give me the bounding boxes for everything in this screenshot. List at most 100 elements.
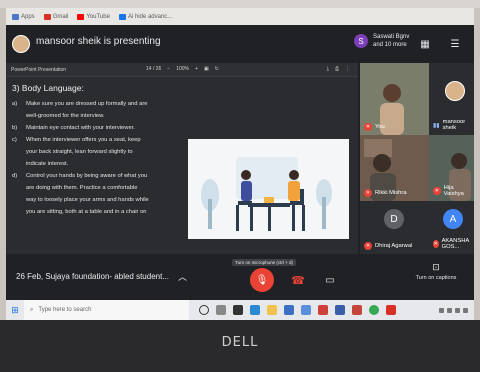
bookmark-youtube[interactable]: YouTube xyxy=(77,13,110,20)
bookmark-label: Apps xyxy=(21,13,35,20)
app-icon[interactable] xyxy=(335,305,345,315)
bookmark-ai-hide[interactable]: Ai hide advanc... xyxy=(118,13,173,20)
fit-page-icon[interactable]: ▣ xyxy=(204,66,209,72)
slide-item-text: well-groomed for the interview. xyxy=(26,113,105,119)
windows-start-button[interactable]: ⊞ xyxy=(6,300,24,320)
slide-item: b) Maintain eye contact with your intervi… xyxy=(12,122,187,134)
gmail-icon xyxy=(43,13,51,20)
slide-item-text: Maintain eye contact with your interview… xyxy=(26,125,135,131)
laptop-screen: Apps Gmail YouTube Ai hide advanc... man… xyxy=(6,8,474,320)
taskbar-search[interactable]: ⌕ Type here to search xyxy=(24,300,189,320)
task-view-icon[interactable] xyxy=(216,305,226,315)
browser-icon[interactable] xyxy=(301,305,311,315)
page-indicator: 14 / 26 xyxy=(146,66,162,72)
windows-logo-icon: ⊞ xyxy=(11,304,19,315)
tray-icon[interactable] xyxy=(463,307,468,313)
meet-controls-bar: 26 Feb, Sujaya foundation- abled student… xyxy=(6,254,474,300)
camera-icon: ▭ xyxy=(325,274,335,286)
people-list-icon[interactable]: ☰ xyxy=(446,37,464,51)
participant-tile-you[interactable]: ✕ You xyxy=(360,63,429,135)
participant-name: AKANSHA GOS... xyxy=(441,238,469,250)
zoom-out-icon[interactable]: − xyxy=(167,66,170,72)
ppt-title: PowerPoint Presentation xyxy=(11,67,67,73)
meeting-details[interactable]: 26 Feb, Sujaya foundation- abled student… xyxy=(16,272,169,281)
cortana-icon[interactable] xyxy=(199,305,209,315)
slide-marker xyxy=(12,158,26,170)
interview-illustration-svg xyxy=(201,157,332,231)
mic-off-icon: ✕ xyxy=(433,240,439,248)
slide-item-text: your back straight, lean forward slightl… xyxy=(26,149,133,155)
slide-marker xyxy=(12,194,26,206)
participant-name-tag: ▮▮ mansoor sheik xyxy=(433,119,474,131)
meet-top-bar: mansoor sheik is presenting S Saswati Bg… xyxy=(6,25,474,63)
system-tray xyxy=(439,307,474,313)
mic-toggle-button[interactable]: 🎙 xyxy=(250,268,274,292)
participant-avatar xyxy=(445,81,465,101)
slide-item: your back straight, lean forward slightl… xyxy=(12,146,187,158)
print-icon[interactable]: ⎙ xyxy=(335,66,339,72)
slide-item: c) When the interviewer offers you a seat… xyxy=(12,134,187,146)
participant-name-tag: ✕ Dhiraj Agarwal xyxy=(364,242,412,250)
rotate-icon[interactable]: ↻ xyxy=(215,66,219,72)
participant-tile-rikki[interactable]: ✕ Rikki Mishra xyxy=(360,135,429,201)
ppt-toolbar: PowerPoint Presentation 14 / 26 − 100% +… xyxy=(6,63,358,77)
zoom-in-icon[interactable]: + xyxy=(195,66,198,72)
bookmarks-bar: Apps Gmail YouTube Ai hide advanc... xyxy=(6,8,474,25)
slide-marker: d) xyxy=(12,173,18,179)
slide-item: a) Make sure you are dressed up formally … xyxy=(12,98,187,110)
camera-toggle-button[interactable]: ▭ xyxy=(320,270,340,290)
captions-icon: ⊡ xyxy=(432,262,440,272)
chevron-up-icon[interactable]: ︿ xyxy=(178,270,187,283)
participant-name-tag: ✕ You xyxy=(364,123,385,131)
mail-icon[interactable] xyxy=(284,305,294,315)
participants-name: Saswati Bgnv xyxy=(373,34,410,40)
participant-tile-dhiraj[interactable]: D ✕ Dhiraj Agarwal xyxy=(360,201,429,254)
participants-chip[interactable]: S Saswati Bgnv and 10 more xyxy=(354,33,409,49)
bookmark-label: Ai hide advanc... xyxy=(127,13,173,20)
slide-item-text: are doing with them. Practice a comforta… xyxy=(26,185,138,191)
bookmark-gmail[interactable]: Gmail xyxy=(43,13,69,20)
slide-item-text: Control your hands by being aware of wha… xyxy=(26,173,148,179)
participant-letter-avatar: A xyxy=(443,209,463,229)
chrome-icon[interactable] xyxy=(369,305,379,315)
tray-icon[interactable] xyxy=(447,307,452,313)
captions-button[interactable]: ⊡ Turn on captions xyxy=(406,262,466,281)
search-placeholder: Type here to search xyxy=(38,307,92,313)
participant-tile-mansoor[interactable]: ▮▮ mansoor sheik xyxy=(429,63,474,135)
participants-more: and 10 more xyxy=(373,42,407,48)
presenter-avatar xyxy=(12,35,30,53)
taskbar-apps xyxy=(189,305,396,315)
tray-icon[interactable] xyxy=(455,307,460,313)
participant-name: Rikki Mishra xyxy=(375,190,407,196)
slide-item: well-groomed for the interview. xyxy=(12,110,187,122)
participant-tile-hija[interactable]: ✕ Hija Vaishya xyxy=(429,135,474,201)
participant-tile-akansha[interactable]: A ✕ AKANSHA GOS... xyxy=(429,201,474,254)
participant-letter-avatar: D xyxy=(384,209,404,229)
windows-taskbar: ⊞ ⌕ Type here to search xyxy=(6,300,474,320)
shared-presentation: PowerPoint Presentation 14 / 26 − 100% +… xyxy=(6,63,358,254)
participant-name: Hija Vaishya xyxy=(443,185,464,197)
leave-call-button[interactable]: ☎ xyxy=(288,270,308,290)
presenter-title: mansoor sheik is presenting xyxy=(36,36,161,47)
participant-name-tag: ✕ Rikki Mishra xyxy=(364,189,407,197)
bookmark-apps[interactable]: Apps xyxy=(12,13,35,20)
slide-marker xyxy=(12,182,26,194)
more-icon[interactable]: ⋮ xyxy=(345,66,350,72)
slide-item-text: Make sure you are dressed up formally an… xyxy=(26,101,148,107)
slide-item-text: you are sitting, both at a table and in … xyxy=(26,209,147,215)
bookmark-page-icon xyxy=(118,13,126,20)
participant-name: mansoor sheik xyxy=(442,119,466,131)
bookmark-label: Gmail xyxy=(52,13,69,20)
edge-icon[interactable] xyxy=(250,305,260,315)
store-icon[interactable] xyxy=(233,305,243,315)
tray-icon[interactable] xyxy=(439,307,444,313)
speaking-icon: ▮▮ xyxy=(433,122,440,129)
download-icon[interactable]: ⤓ xyxy=(327,66,329,72)
file-explorer-icon[interactable] xyxy=(267,305,277,315)
app-icon[interactable] xyxy=(318,305,328,315)
app-icon[interactable] xyxy=(352,305,362,315)
slide-item: are doing with them. Practice a comforta… xyxy=(12,182,187,194)
hang-up-icon: ☎ xyxy=(291,274,305,287)
layout-grid-icon[interactable]: ▦ xyxy=(416,37,434,51)
app-icon[interactable] xyxy=(386,305,396,315)
